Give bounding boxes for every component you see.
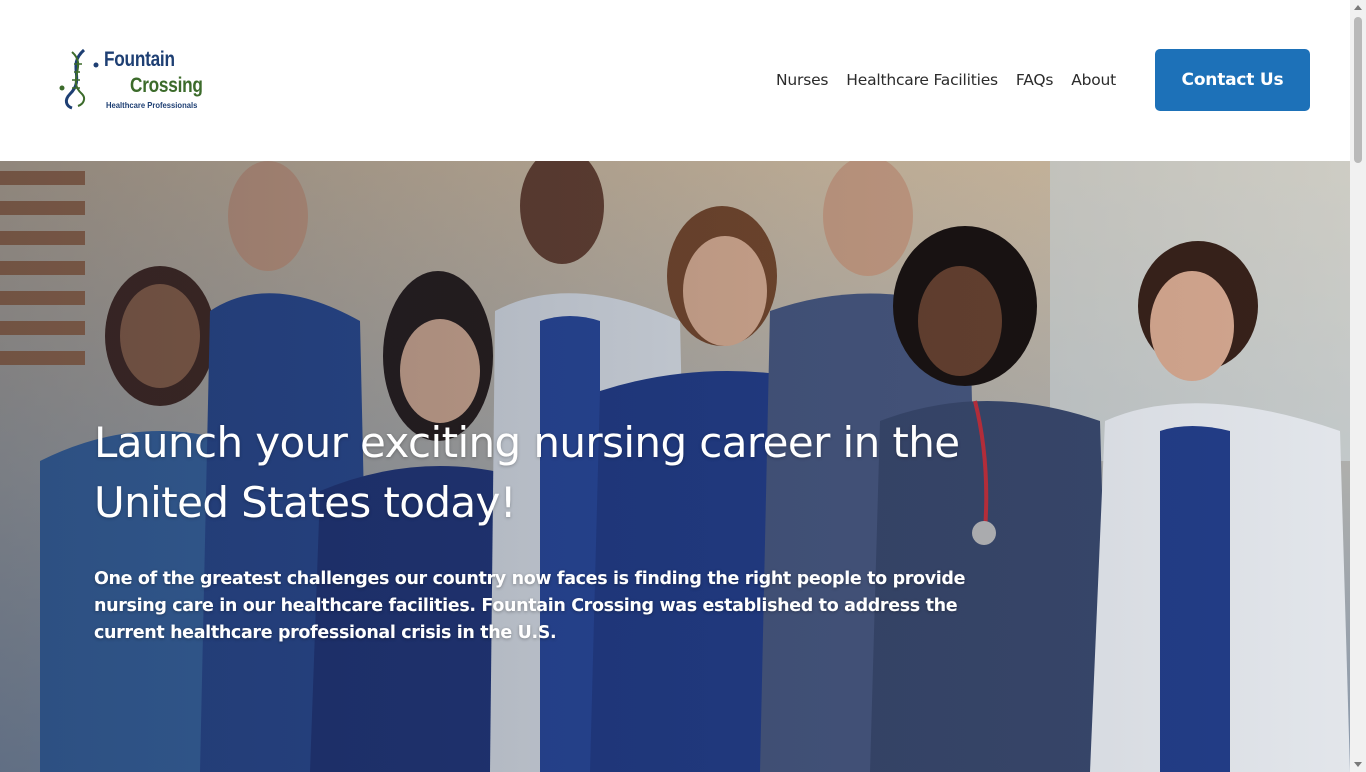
nav-link-nurses[interactable]: Nurses — [776, 71, 828, 89]
site-header: Fountain Crossing Healthcare Professiona… — [0, 0, 1350, 161]
hero-title: Launch your exciting nursing career in t… — [94, 418, 960, 527]
brand-logo[interactable]: Fountain Crossing Healthcare Professiona… — [56, 44, 216, 114]
brand-name-line2: Crossing — [130, 74, 203, 97]
brand-tagline: Healthcare Professionals — [106, 100, 198, 110]
scroll-thumb[interactable] — [1354, 17, 1362, 163]
nav-link-faqs[interactable]: FAQs — [1016, 71, 1054, 89]
hero-description: One of the greatest challenges our count… — [94, 569, 966, 643]
contact-us-button[interactable]: Contact Us — [1155, 49, 1310, 111]
scroll-up-arrow-icon[interactable] — [1354, 5, 1362, 10]
nav-link-healthcare-facilities[interactable]: Healthcare Facilities — [846, 71, 998, 89]
nav-link-about[interactable]: About — [1071, 71, 1116, 89]
page-scrollbar[interactable] — [1350, 0, 1366, 772]
main-nav: Nurses Healthcare Facilities FAQs About — [776, 68, 1134, 92]
brand-name-line1: Fountain — [104, 48, 175, 71]
dna-helix-icon — [59, 48, 99, 110]
hero-section: Launch your exciting nursing career in t… — [0, 161, 1350, 772]
scroll-down-arrow-icon[interactable] — [1354, 762, 1362, 767]
